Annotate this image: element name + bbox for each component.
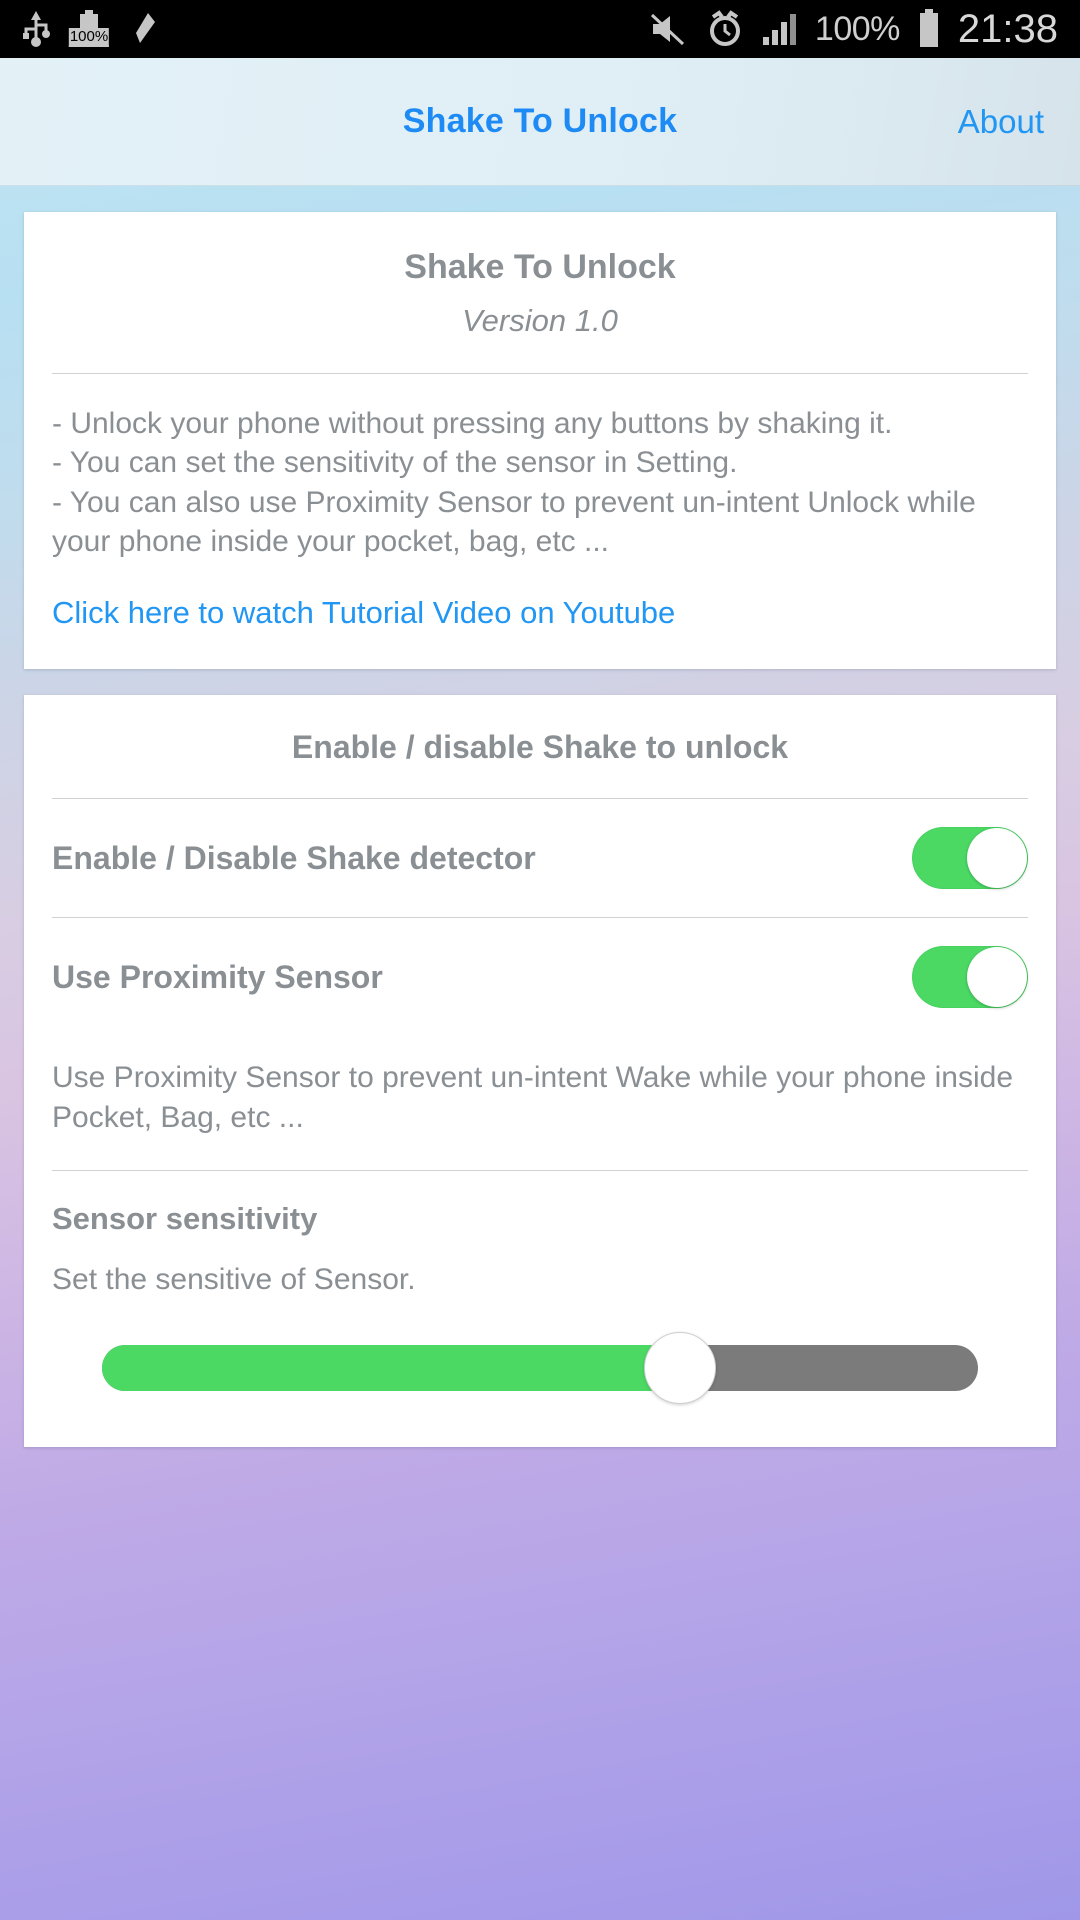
shake-detector-toggle[interactable] [912,827,1028,890]
content-area: Shake To Unlock Version 1.0 - Unlock you… [0,212,1080,1447]
row-proximity-sensor[interactable]: Use Proximity Sensor [52,918,1028,1036]
clock: 21:38 [957,6,1058,51]
status-bar: 100% 100% 21:38 [0,0,1080,58]
sensitivity-slider[interactable] [102,1331,978,1404]
battery-icon [916,8,942,50]
row-proximity-sensor-label: Use Proximity Sensor [52,958,383,995]
about-app-title: Shake To Unlock [404,248,676,286]
toggle-knob [967,828,1027,889]
signal-icon [761,12,799,46]
sensor-sensitivity-description: Set the sensitive of Sensor. [52,1262,416,1296]
mute-icon [649,11,689,47]
usb-icon [22,9,50,49]
row-shake-detector[interactable]: Enable / Disable Shake detector [52,799,1028,917]
settings-card: Enable / disable Shake to unlock Enable … [24,695,1056,1447]
slider-thumb[interactable] [644,1331,717,1404]
proximity-sensor-toggle[interactable] [912,946,1028,1009]
app-bar-title: Shake To Unlock [402,102,678,140]
sensor-sensitivity-heading: Sensor sensitivity [52,1200,318,1236]
toggle-knob [967,947,1027,1008]
about-feature-list: - Unlock your phone without pressing any… [52,374,1028,561]
status-bar-right-icons: 100% 21:38 [649,0,1058,58]
sensitivity-slider-container[interactable] [52,1297,1028,1447]
about-card: Shake To Unlock Version 1.0 - Unlock you… [24,212,1056,670]
feature-line: - Unlock your phone without pressing any… [52,407,893,440]
battery-100-icon: 100% [68,9,110,49]
settings-section-title: Enable / disable Shake to unlock [291,729,789,766]
slider-fill [102,1344,681,1391]
feature-line: - You can also use Proximity Sensor to p… [52,485,976,558]
alarm-icon [705,10,745,48]
tutorial-video-link[interactable]: Click here to watch Tutorial Video on Yo… [52,561,1028,669]
pen-icon [128,9,158,49]
battery-percent-label: 100% [814,9,900,48]
battery-percent-overlay: 100% [68,28,110,47]
status-bar-left-icons: 100% [22,9,158,49]
about-button[interactable]: About [958,103,1044,141]
about-app-version: Version 1.0 [462,303,618,338]
feature-line: - You can set the sensitivity of the sen… [52,446,738,480]
proximity-sensor-note: Use Proximity Sensor to prevent un-inten… [52,1061,1014,1135]
row-shake-detector-label: Enable / Disable Shake detector [52,839,536,876]
action-bar: Shake To Unlock About [0,58,1080,186]
